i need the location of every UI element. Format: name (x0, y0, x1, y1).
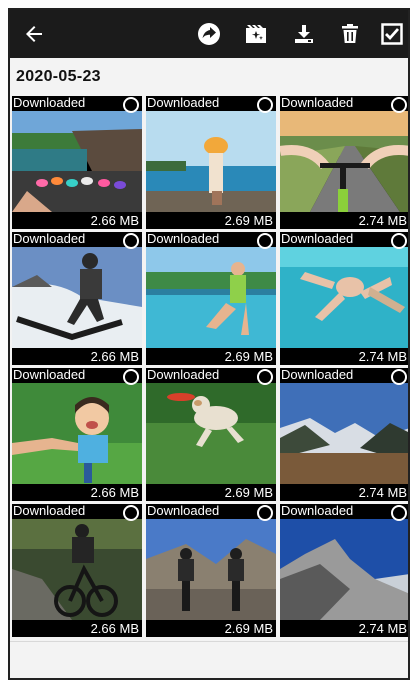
thumbnail-tile[interactable]: Downloaded 2.66 MB (12, 232, 142, 365)
share-button[interactable] (193, 18, 225, 50)
thumbnail-tile[interactable]: Downloaded 2.69 MB (146, 232, 276, 365)
thumbnail-tile[interactable]: Downloaded 2.69 MB (146, 504, 276, 637)
download-status: Downloaded (281, 368, 354, 382)
download-status: Downloaded (281, 96, 354, 110)
file-size: 2.66 MB (90, 485, 139, 500)
photo-dog-frisbee (146, 383, 276, 484)
date-header: 2020-05-23 (16, 68, 101, 85)
download-status: Downloaded (281, 504, 354, 518)
select-circle[interactable] (257, 97, 273, 113)
photo-rocky-peak (280, 519, 408, 620)
select-circle[interactable] (391, 233, 407, 249)
file-size: 2.66 MB (90, 349, 139, 364)
select-circle[interactable] (123, 505, 139, 521)
download-status: Downloaded (147, 504, 220, 518)
download-status: Downloaded (13, 96, 86, 110)
movie-effects-button[interactable] (240, 18, 272, 50)
thumbnail-tile[interactable]: Downloaded 2.69 MB (146, 368, 276, 501)
photo-mtb-forest (12, 519, 142, 620)
file-size: 2.69 MB (224, 349, 273, 364)
top-toolbar (10, 10, 408, 58)
back-arrow-icon (26, 26, 42, 42)
file-size: 2.66 MB (90, 213, 139, 228)
photo-mountains (280, 383, 408, 484)
file-size: 2.66 MB (90, 621, 139, 636)
photo-bike-road (280, 111, 408, 212)
checkbox-icon (381, 23, 403, 45)
thumbnail-tile[interactable]: Downloaded 2.66 MB (12, 96, 142, 229)
select-circle[interactable] (391, 97, 407, 113)
photo-underwater (280, 247, 408, 348)
download-status: Downloaded (13, 504, 86, 518)
share-icon (198, 23, 220, 45)
app-frame: 2020-05-23 Downloaded 2.66 MB Downloaded… (8, 8, 410, 680)
select-circle[interactable] (123, 233, 139, 249)
photo-riders-mountain (146, 519, 276, 620)
download-status: Downloaded (147, 96, 220, 110)
download-status: Downloaded (281, 232, 354, 246)
file-size: 2.74 MB (358, 485, 407, 500)
file-size: 2.74 MB (358, 621, 407, 636)
select-circle[interactable] (257, 233, 273, 249)
thumbnail-tile[interactable]: Downloaded 2.74 MB (280, 232, 408, 365)
select-circle[interactable] (391, 505, 407, 521)
select-circle[interactable] (391, 369, 407, 385)
photo-pool (146, 247, 276, 348)
trash-icon (342, 24, 358, 43)
select-circle[interactable] (123, 369, 139, 385)
thumbnail-tile[interactable]: Downloaded 2.66 MB (12, 504, 142, 637)
thumbnail-tile[interactable]: Downloaded 2.74 MB (280, 96, 408, 229)
file-size: 2.69 MB (224, 485, 273, 500)
download-status: Downloaded (147, 368, 220, 382)
select-circle[interactable] (257, 369, 273, 385)
thumbnail-tile[interactable]: Downloaded 2.74 MB (280, 504, 408, 637)
photo-child (12, 383, 142, 484)
download-icon (295, 25, 313, 43)
back-button[interactable] (18, 18, 50, 50)
select-circle[interactable] (257, 505, 273, 521)
download-status: Downloaded (13, 368, 86, 382)
select-all-button[interactable] (376, 18, 408, 50)
movie-magic-icon (246, 25, 266, 43)
download-status: Downloaded (13, 232, 86, 246)
file-size: 2.74 MB (358, 349, 407, 364)
download-status: Downloaded (147, 232, 220, 246)
photo-snowboarder (12, 247, 142, 348)
photo-beach-hat (146, 111, 276, 212)
photo-lake-feet (12, 111, 142, 212)
file-size: 2.69 MB (224, 621, 273, 636)
file-size: 2.69 MB (224, 213, 273, 228)
bottom-bar (10, 641, 408, 678)
file-size: 2.74 MB (358, 213, 407, 228)
thumbnail-tile[interactable]: Downloaded 2.66 MB (12, 368, 142, 501)
delete-button[interactable] (334, 18, 366, 50)
thumbnail-tile[interactable]: Downloaded 2.74 MB (280, 368, 408, 501)
thumbnail-grid: Downloaded 2.66 MB Downloaded 2.69 MB Do… (12, 96, 408, 646)
thumbnail-tile[interactable]: Downloaded 2.69 MB (146, 96, 276, 229)
select-circle[interactable] (123, 97, 139, 113)
download-button[interactable] (288, 18, 320, 50)
